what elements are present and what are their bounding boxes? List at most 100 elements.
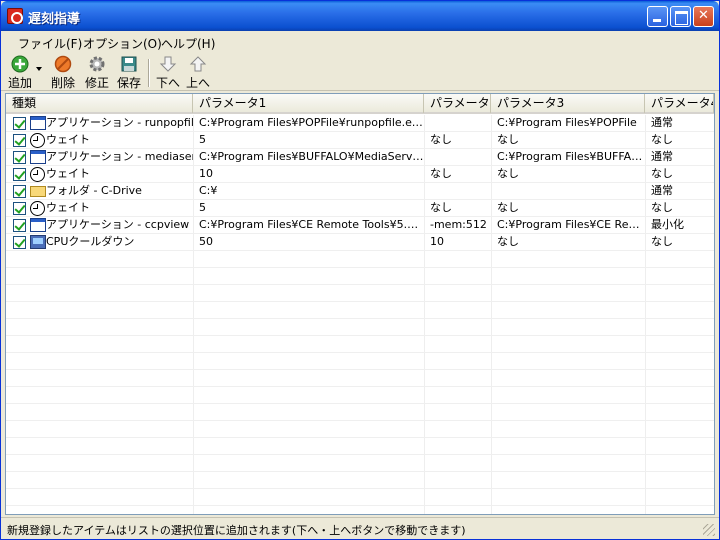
row-type-label: ウェイト <box>46 133 90 146</box>
app-icon[interactable] <box>7 8 23 24</box>
empty-row[interactable] <box>6 353 714 370</box>
empty-row[interactable] <box>6 370 714 387</box>
table-row[interactable]: アプリケーション - ccpview C:¥Program Files¥CE Re… <box>6 217 714 234</box>
enabled-checkbox[interactable] <box>13 202 26 215</box>
gear-icon <box>89 56 105 72</box>
empty-row[interactable] <box>6 268 714 285</box>
cell-param4: 通常 <box>651 116 673 129</box>
item-list[interactable]: 種類 パラメータ1 パラメータ2 パラメータ3 パラメータ4 アプリケーション … <box>5 93 715 515</box>
cell-type: CPUクールダウン <box>6 234 193 250</box>
cell-param3: なし <box>497 201 519 214</box>
delete-icon <box>54 55 72 73</box>
title-bar[interactable]: 遅刻指導 ✕ <box>1 1 719 31</box>
column-header-param1[interactable]: パラメータ1 <box>193 94 424 113</box>
row-type-label: アプリケーション - runpopfile <box>46 116 193 129</box>
arrow-up-icon <box>189 56 207 72</box>
clock-icon <box>30 167 45 182</box>
floppy-disk-icon <box>121 56 137 72</box>
empty-row[interactable] <box>6 285 714 302</box>
empty-row[interactable] <box>6 455 714 472</box>
folder-icon <box>30 186 46 197</box>
row-type-label: CPUクールダウン <box>46 235 135 248</box>
empty-row[interactable] <box>6 387 714 404</box>
add-button[interactable]: 追加 <box>7 55 33 90</box>
cell-param1: C:¥Program Files¥BUFFALO¥MediaServe… <box>199 150 424 163</box>
cell-param1: 5 <box>199 133 206 146</box>
table-row[interactable]: ウェイト 10 なし なし なし <box>6 166 714 183</box>
application-icon <box>30 218 46 232</box>
menu-help[interactable]: ヘルプ(H) <box>161 35 215 52</box>
delete-label: 削除 <box>50 76 75 90</box>
window-title: 遅刻指導 <box>28 12 81 27</box>
cell-param2: なし <box>430 167 452 180</box>
cell-param4: 通常 <box>651 184 673 197</box>
cell-type: アプリケーション - runpopfile <box>6 115 193 131</box>
save-label: 保存 <box>116 76 141 90</box>
cell-param4: 最小化 <box>651 218 684 231</box>
row-type-label: アプリケーション - mediaserver <box>46 150 193 163</box>
empty-row[interactable] <box>6 438 714 455</box>
cell-param4: なし <box>651 201 673 214</box>
empty-row[interactable] <box>6 421 714 438</box>
cell-param4: なし <box>651 167 673 180</box>
row-type-label: ウェイト <box>46 167 90 180</box>
cell-param4: なし <box>651 235 673 248</box>
move-down-button[interactable]: 下へ <box>155 55 181 90</box>
enabled-checkbox[interactable] <box>13 236 26 249</box>
menu-options[interactable]: オプション(O) <box>83 35 162 52</box>
empty-row[interactable] <box>6 472 714 489</box>
table-row[interactable]: フォルダ - C-Drive C:¥ 通常 <box>6 183 714 200</box>
cpu-icon <box>30 235 46 249</box>
table-row[interactable]: ウェイト 5 なし なし なし <box>6 200 714 217</box>
column-header-param3[interactable]: パラメータ3 <box>491 94 645 113</box>
minimize-button[interactable] <box>647 6 668 27</box>
move-up-label: 上へ <box>185 76 210 90</box>
cell-type: ウェイト <box>6 200 193 216</box>
cell-param3: なし <box>497 133 519 146</box>
table-row[interactable]: ウェイト 5 なし なし なし <box>6 132 714 149</box>
row-type-label: フォルダ - C-Drive <box>46 184 142 197</box>
main-window: 遅刻指導 ✕ ファイル(F) オプション(O) ヘルプ(H) 追加 削除 修正 … <box>0 0 720 540</box>
cell-param3: C:¥Program Files¥POPFile <box>497 116 637 129</box>
move-up-button[interactable]: 上へ <box>185 55 211 90</box>
modify-label: 修正 <box>84 76 109 90</box>
resize-grip[interactable] <box>703 524 715 536</box>
table-row[interactable]: アプリケーション - runpopfile C:¥Program Files¥PO… <box>6 115 714 132</box>
empty-row[interactable] <box>6 319 714 336</box>
empty-row[interactable] <box>6 336 714 353</box>
cell-param4: なし <box>651 133 673 146</box>
empty-row[interactable] <box>6 489 714 506</box>
enabled-checkbox[interactable] <box>13 117 26 130</box>
table-row[interactable]: アプリケーション - mediaserver C:¥Program Files¥B… <box>6 149 714 166</box>
enabled-checkbox[interactable] <box>13 151 26 164</box>
application-icon <box>30 150 46 164</box>
cell-param3: C:¥Program Files¥BUFFA… <box>497 150 643 163</box>
row-type-label: ウェイト <box>46 201 90 214</box>
cell-param1: 50 <box>199 235 213 248</box>
add-dropdown-arrow-icon[interactable] <box>35 65 43 73</box>
save-button[interactable]: 保存 <box>115 55 143 90</box>
enabled-checkbox[interactable] <box>13 134 26 147</box>
empty-row[interactable] <box>6 251 714 268</box>
table-row[interactable]: CPUクールダウン 50 10 なし なし <box>6 234 714 251</box>
empty-row[interactable] <box>6 302 714 319</box>
close-button[interactable]: ✕ <box>693 6 714 27</box>
clock-icon <box>30 201 45 216</box>
maximize-button[interactable] <box>670 6 691 27</box>
delete-button[interactable]: 削除 <box>49 55 77 90</box>
modify-button[interactable]: 修正 <box>83 55 111 90</box>
empty-row[interactable] <box>6 404 714 421</box>
cell-type: フォルダ - C-Drive <box>6 183 193 199</box>
application-icon <box>30 116 46 130</box>
enabled-checkbox[interactable] <box>13 185 26 198</box>
column-header-type[interactable]: 種類 <box>6 94 193 113</box>
column-header-param4[interactable]: パラメータ4 <box>645 94 714 113</box>
cell-param3: なし <box>497 167 519 180</box>
menu-file[interactable]: ファイル(F) <box>18 35 82 52</box>
toolbar-separator <box>148 59 150 87</box>
add-label: 追加 <box>7 76 32 90</box>
enabled-checkbox[interactable] <box>13 219 26 232</box>
cell-param2: なし <box>430 133 452 146</box>
column-header-param2[interactable]: パラメータ2 <box>424 94 491 113</box>
enabled-checkbox[interactable] <box>13 168 26 181</box>
